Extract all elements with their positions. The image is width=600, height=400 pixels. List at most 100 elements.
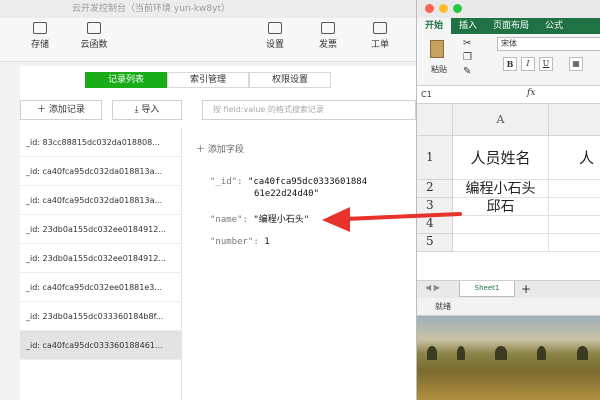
- tab-record-list[interactable]: 记录列表: [85, 72, 167, 88]
- zoom-window-icon[interactable]: [453, 4, 462, 13]
- record-detail: ＋ 添加字段 "_id": "ca40fca95dc0333601884 61e…: [182, 128, 416, 400]
- ribbon-tabs: 开始 插入 页面布局 公式: [417, 18, 600, 34]
- sheet-tab-sheet1[interactable]: Sheet1: [459, 281, 515, 297]
- wallpaper-tree: [457, 346, 465, 360]
- cut-icon[interactable]: ✂: [463, 38, 471, 49]
- cell-a5[interactable]: [453, 234, 549, 252]
- record-list-item[interactable]: _id: ca40fca95dc032da018813a...: [20, 186, 181, 215]
- excel-titlebar: [417, 0, 600, 18]
- console-toolbar: 存储 云函数 设置 发票 工单: [0, 18, 416, 62]
- wallpaper-tree: [537, 346, 546, 360]
- wallpaper-tree: [495, 346, 507, 360]
- database-tabs: 记录列表 索引管理 权限设置: [85, 72, 331, 88]
- font-name-select[interactable]: 宋体: [497, 37, 600, 51]
- field-value: 61e22d24d40": [254, 189, 320, 199]
- cloud-function-icon: [87, 22, 101, 34]
- field-value: 1: [264, 237, 270, 247]
- field-value: "ca40fca95dc0333601884: [247, 177, 368, 187]
- row-header-5[interactable]: 5: [417, 234, 453, 252]
- settings-button[interactable]: 设置: [255, 22, 295, 50]
- record-search-input[interactable]: 按 field:value 的格式搜索记录: [202, 100, 416, 120]
- field-name[interactable]: "name": "编程小石头": [210, 214, 309, 226]
- sheet-nav-icon[interactable]: ◀ ▶: [425, 283, 440, 292]
- wallpaper-tree: [577, 346, 588, 360]
- ribbon-tab-insert[interactable]: 插入: [451, 18, 485, 34]
- borders-icon[interactable]: ▦: [569, 57, 583, 71]
- console-titlebar: 云开发控制台（当前环境 yun-kw8yt）: [0, 0, 416, 18]
- row-header-2[interactable]: 2: [417, 180, 453, 198]
- excel-window: 开始 插入 页面布局 公式 粘贴 ✂ ❐ ✎ 宋体 B I U ▦ C1 fx …: [416, 0, 600, 400]
- tab-index-management[interactable]: 索引管理: [167, 72, 249, 88]
- add-record-button[interactable]: ＋ 添加记录: [20, 100, 102, 120]
- status-bar: 就绪: [417, 298, 600, 316]
- fx-icon[interactable]: fx: [527, 88, 535, 98]
- record-list-item-selected[interactable]: _id: ca40fca95dc033360188461...: [20, 331, 181, 360]
- format-painter-icon[interactable]: ✎: [463, 66, 471, 77]
- field-value: "编程小石头": [253, 215, 310, 225]
- record-list-item[interactable]: _id: ca40fca95dc032ee01881e3...: [20, 273, 181, 302]
- ticket-icon: [373, 22, 387, 34]
- add-sheet-button[interactable]: +: [521, 282, 531, 296]
- database-panel: 记录列表 索引管理 权限设置 ＋ 添加记录 ⤓ 导入 按 field:value…: [20, 66, 416, 400]
- console-window-title: 云开发控制台（当前环境 yun-kw8yt）: [72, 4, 230, 14]
- cell-a4[interactable]: [453, 216, 549, 234]
- select-all-corner[interactable]: [417, 104, 453, 136]
- ticket-button[interactable]: 工单: [360, 22, 400, 50]
- italic-button[interactable]: I: [521, 57, 535, 71]
- cell-a1[interactable]: 人员姓名: [453, 136, 549, 180]
- paste-label: 粘贴: [431, 65, 447, 74]
- cell-b3[interactable]: [549, 198, 600, 216]
- invoice-icon: [321, 22, 335, 34]
- storage-button[interactable]: 存储: [20, 22, 60, 50]
- field-key: "_id":: [210, 177, 243, 187]
- ribbon-home: 粘贴 ✂ ❐ ✎ 宋体 B I U ▦: [417, 34, 600, 86]
- settings-icon: [268, 22, 282, 34]
- ribbon-tab-formulas[interactable]: 公式: [537, 18, 571, 34]
- formula-bar: C1 fx: [417, 86, 600, 104]
- storage-icon: [33, 22, 47, 34]
- minimize-window-icon[interactable]: [439, 4, 448, 13]
- cell-a2[interactable]: 编程小石头: [453, 180, 549, 198]
- record-list-item[interactable]: _id: 23db0a155dc032ee0184912...: [20, 244, 181, 273]
- underline-button[interactable]: U: [539, 57, 553, 71]
- wallpaper-tree: [427, 346, 437, 360]
- record-list-item[interactable]: _id: 23db0a155dc032ee0184912...: [20, 215, 181, 244]
- ribbon-tab-page-layout[interactable]: 页面布局: [485, 18, 537, 34]
- row-header-1[interactable]: 1: [417, 136, 453, 180]
- invoice-button[interactable]: 发票: [308, 22, 348, 50]
- field-number[interactable]: "number": 1: [210, 236, 270, 248]
- status-text: 就绪: [435, 302, 451, 311]
- field-id[interactable]: "_id": "ca40fca95dc0333601884 61e22d24d4…: [210, 176, 367, 200]
- column-header-b[interactable]: [549, 104, 600, 136]
- cloud-function-button[interactable]: 云函数: [74, 22, 114, 50]
- row-header-4[interactable]: 4: [417, 216, 453, 234]
- ribbon-tab-home[interactable]: 开始: [417, 18, 452, 34]
- tab-permission-settings[interactable]: 权限设置: [249, 72, 331, 88]
- record-list-item[interactable]: _id: 23db0a155dc033360184b8f...: [20, 302, 181, 331]
- name-box[interactable]: C1: [421, 88, 477, 102]
- cell-b4[interactable]: [549, 216, 600, 234]
- copy-icon[interactable]: ❐: [463, 52, 472, 63]
- cloud-console-window: 云开发控制台（当前环境 yun-kw8yt） 存储 云函数 设置 发票 工单 记…: [0, 0, 416, 400]
- record-list: _id: 83cc88815dc032da018808... _id: ca40…: [20, 128, 182, 400]
- cell-b5[interactable]: [549, 234, 600, 252]
- row-header-3[interactable]: 3: [417, 198, 453, 216]
- cell-a3[interactable]: 邱石: [453, 198, 549, 216]
- record-list-item[interactable]: _id: ca40fca95dc032da018813a...: [20, 157, 181, 186]
- close-window-icon[interactable]: [425, 4, 434, 13]
- sheet-tab-bar: ◀ ▶ Sheet1 +: [417, 280, 600, 298]
- bold-button[interactable]: B: [503, 57, 517, 71]
- add-field-button[interactable]: ＋ 添加字段: [196, 142, 244, 155]
- column-header-a[interactable]: A: [453, 104, 549, 136]
- paste-icon[interactable]: [430, 40, 444, 58]
- cell-b1[interactable]: 人: [549, 136, 600, 180]
- plus-icon: ＋: [196, 145, 208, 155]
- record-list-item[interactable]: _id: 83cc88815dc032da018808...: [20, 128, 181, 157]
- import-button[interactable]: ⤓ 导入: [112, 100, 182, 120]
- field-key: "number":: [210, 237, 259, 247]
- field-key: "name":: [210, 215, 248, 225]
- plus-icon: ＋: [37, 105, 49, 115]
- cell-b2[interactable]: [549, 180, 600, 198]
- desktop-wallpaper: [417, 316, 600, 400]
- spreadsheet-grid: A 1 2 3 4 5 人员姓名 人 编程小石头 邱石: [417, 104, 600, 280]
